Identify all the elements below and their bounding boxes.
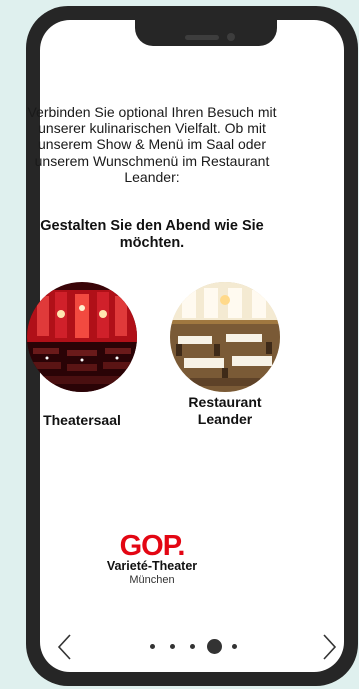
option-label-restaurant: Restaurant Leander — [188, 394, 262, 427]
prompt-heading: Gestalten Sie den Abend wie Sie möchten. — [40, 218, 264, 251]
restaurant-photo — [170, 282, 280, 392]
page-dot-1[interactable] — [150, 644, 155, 649]
next-button[interactable] — [320, 632, 340, 662]
page-dot-2[interactable] — [170, 644, 175, 649]
gop-logo: GOP. Varieté-Theater München — [80, 530, 224, 586]
front-camera — [227, 33, 235, 41]
page-dot-4-active[interactable] — [207, 639, 222, 654]
intro-text: Verbinden Sie optional Ihren Besuch mit … — [27, 104, 277, 185]
chevron-left-icon — [57, 634, 71, 660]
device-notch — [135, 20, 277, 46]
option-restaurant-leander[interactable]: Restaurant Leander — [165, 282, 285, 427]
page-dot-5[interactable] — [232, 644, 237, 649]
logo-mark-text: GOP. — [120, 530, 185, 560]
logo-city: München — [129, 574, 175, 586]
previous-button[interactable] — [54, 632, 74, 662]
page-dot-3[interactable] — [190, 644, 195, 649]
chevron-right-icon — [323, 634, 337, 660]
option-theatersaal[interactable]: Theatersaal — [22, 282, 142, 429]
pagination-dots — [150, 639, 250, 655]
option-label-theatersaal: Theatersaal — [43, 412, 121, 428]
gop-logo-mark: GOP. — [120, 530, 186, 560]
logo-name: Varieté-Theater — [106, 559, 198, 573]
speaker-grille — [185, 35, 219, 40]
theater-hall-photo — [27, 282, 137, 392]
